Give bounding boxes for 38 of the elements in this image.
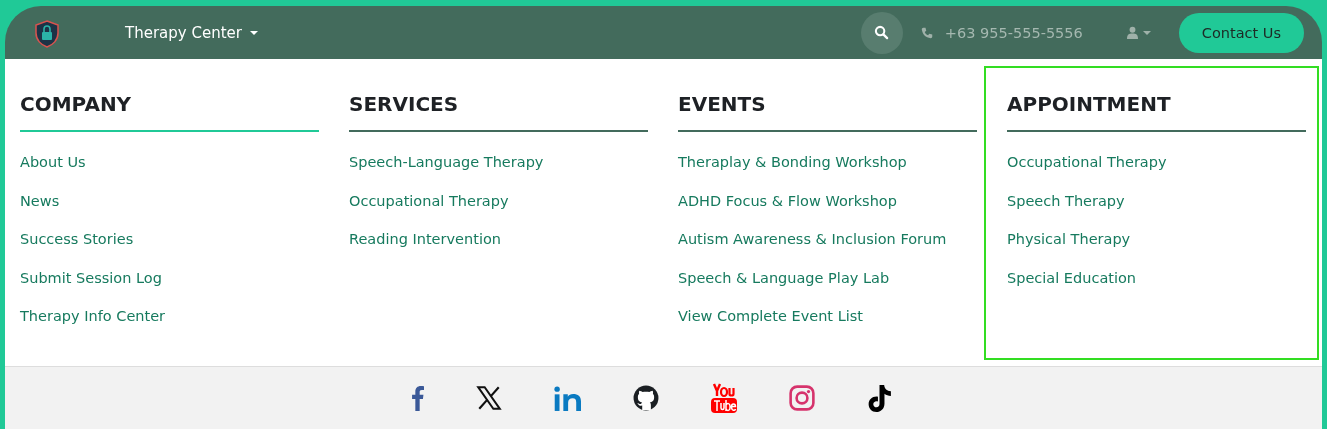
menu-link[interactable]: View Complete Event List [678,308,863,347]
menu-link[interactable]: Autism Awareness & Inclusion Forum [678,231,947,270]
menu-link[interactable]: ADHD Focus & Flow Workshop [678,192,897,231]
menu-link[interactable]: Submit Session Log [20,269,162,308]
menu-link[interactable]: Occupational Therapy [349,192,509,231]
github-icon[interactable] [633,385,659,411]
instagram-icon[interactable] [789,385,815,411]
menu-link[interactable]: About Us [20,154,86,193]
therapy-center-menu[interactable]: Therapy Center [125,23,258,42]
phone-icon [920,26,933,39]
menu-link[interactable]: Special Education [1007,269,1137,308]
tiktok-icon[interactable] [867,383,892,413]
menu-link[interactable]: Theraplay & Bonding Workshop [678,154,907,193]
column-heading: COMPANY [20,92,319,132]
menu-link[interactable]: Therapy Info Center [20,308,166,347]
linkedin-icon[interactable] [554,385,581,411]
caret-icon [1142,30,1151,35]
search-icon [874,25,890,40]
youtube-icon[interactable] [711,383,737,413]
facebook-icon[interactable] [411,385,424,411]
menu-link[interactable]: Speech & Language Play Lab [678,269,890,308]
menu-link[interactable]: Speech-Language Therapy [349,154,544,193]
contact-us-button[interactable]: Contact Us [1178,12,1304,53]
menu-link[interactable]: Occupational Therapy [1007,154,1167,193]
menu-link[interactable]: Physical Therapy [1007,231,1131,270]
x-icon[interactable] [476,385,502,411]
phone-number: +63 955-555-5556 [944,24,1083,41]
caret-icon [249,30,258,35]
column-heading: EVENTS [678,92,977,132]
column-heading: APPOINTMENT [1007,92,1306,132]
menu-link[interactable]: Speech Therapy [1007,192,1125,231]
menu-link[interactable]: Reading Intervention [349,231,501,270]
user-icon [1126,26,1138,39]
menu-link[interactable]: Success Stories [20,231,134,270]
user-menu-button[interactable] [1126,26,1151,39]
column-heading: SERVICES [349,92,648,132]
shield-lock-icon[interactable] [35,19,59,48]
menu-link[interactable]: News [20,192,60,231]
